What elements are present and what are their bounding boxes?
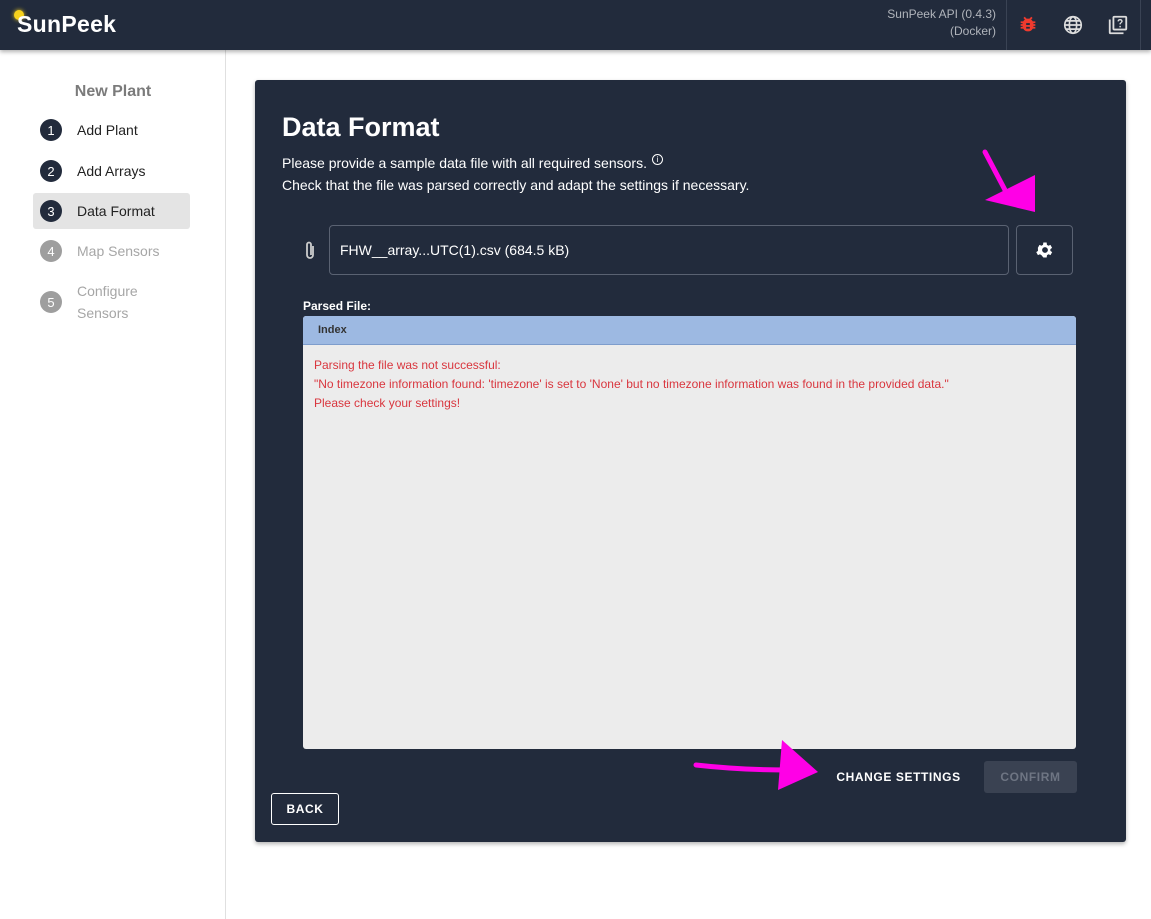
step-number: 2 [40,160,62,182]
step-add-plant[interactable]: 1 Add Plant [33,112,190,148]
sidebar-title: New Plant [74,83,152,100]
step-label: Add Plant [77,122,138,138]
step-number: 1 [40,119,62,141]
help-docs-icon[interactable] [1107,14,1129,36]
sidebar: New Plant 1 Add Plant 2 Add Arrays 3 Data F… [0,50,226,919]
parsed-file-table: Index Parsing the file was not successfu… [303,316,1076,749]
divider [1006,0,1007,50]
page-title: Data Format [282,112,440,142]
step-label: Add Arrays [77,163,146,179]
parsed-file-label: Parsed File: [303,299,372,313]
top-bar: SunPeek SunPeek API (0.4.3) (Docker) [0,0,1151,50]
back-button[interactable]: BACK [271,793,339,825]
step-label: Map Sensors [77,243,160,259]
step-number: 5 [40,291,62,313]
step-configure-sensors: 5 Configure Sensors [33,280,190,324]
bug-icon[interactable] [1017,14,1039,36]
gear-icon [1035,242,1052,258]
step-map-sensors: 4 Map Sensors [33,233,190,269]
data-format-card: Data Format Please provide a sample data… [255,80,1126,842]
globe-icon[interactable] [1062,14,1084,36]
divider [1140,0,1141,50]
step-label: Data Format [77,203,155,219]
step-number: 4 [40,240,62,262]
info-icon[interactable]: i [651,154,663,165]
change-settings-button[interactable]: CHANGE SETTINGS [825,761,972,793]
description: Please provide a sample data file with a… [282,154,750,193]
logo[interactable]: SunPeek [17,11,116,38]
step-add-arrays[interactable]: 2 Add Arrays [33,153,190,189]
step-data-format[interactable]: 3 Data Format [33,193,190,229]
step-number: 3 [40,200,62,222]
step-label: Configure Sensors [77,283,138,321]
paperclip-icon[interactable] [303,240,317,268]
column-header-index[interactable]: Index [303,316,1076,345]
confirm-button[interactable]: CONFIRM [984,761,1077,793]
file-input[interactable]: FHW__array...UTC(1).csv (684.5 kB) [329,225,1009,275]
settings-button[interactable] [1016,225,1073,275]
api-version: SunPeek API (0.4.3) (Docker) [887,7,996,38]
parse-error-message: Parsing the file was not successful: "No… [314,358,949,410]
